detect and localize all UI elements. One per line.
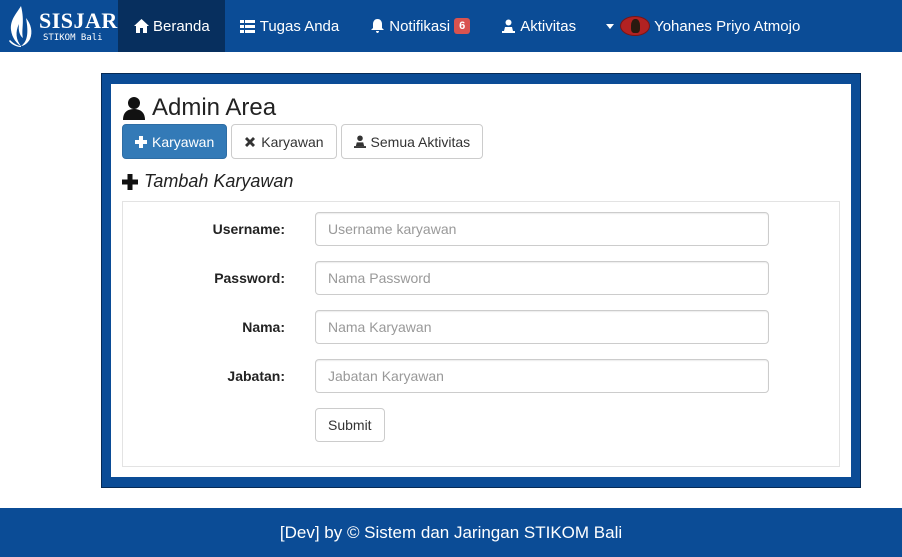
user-menu-dropdown[interactable]: Yohanes Priyo Atmojo	[591, 0, 815, 52]
section-title-text: Tambah Karyawan	[144, 171, 294, 191]
plus-icon	[122, 173, 138, 190]
nav-item-label: Beranda	[153, 17, 210, 35]
add-karyawan-label: Karyawan	[152, 133, 215, 150]
nav-item-label: Aktivitas	[520, 17, 577, 35]
brand-title: SISJAR	[39, 7, 118, 33]
add-karyawan-button[interactable]: Karyawan	[122, 124, 228, 159]
home-icon	[133, 18, 149, 34]
nama-input[interactable]	[315, 310, 769, 344]
user-icon	[353, 135, 366, 148]
user-silhouette-icon	[123, 97, 145, 120]
username-label: Username:	[212, 221, 285, 237]
page-title-text: Admin Area	[152, 94, 277, 121]
brand-subtitle: STIKOM Bali	[43, 32, 103, 43]
nav-item-aktivitas[interactable]: Aktivitas	[485, 0, 591, 52]
password-input[interactable]	[315, 261, 769, 295]
add-employee-form: Username: Password: Nama: Jabatan: Submi…	[122, 201, 840, 467]
avatar	[620, 16, 651, 36]
nav-item-notifikasi[interactable]: Notifikasi 6	[354, 0, 485, 52]
nav-item-label: Tugas Anda	[259, 17, 340, 35]
brand-logo[interactable]: SISJAR STIKOM Bali	[0, 0, 118, 52]
user-icon	[500, 18, 516, 34]
notification-count-badge: 6	[454, 18, 471, 34]
remove-karyawan-label: Karyawan	[261, 133, 324, 150]
admin-panel-frame: Admin Area Karyawan Karyawan Semua Aktiv…	[101, 73, 861, 488]
form-row-password: Password:	[123, 261, 839, 295]
top-navbar: SISJAR STIKOM Bali Beranda Tugas Anda No…	[0, 0, 902, 52]
jabatan-input[interactable]	[315, 359, 769, 393]
username-input[interactable]	[315, 212, 769, 246]
submit-button[interactable]: Submit	[315, 408, 385, 442]
nav-item-label: Notifikasi	[389, 17, 451, 35]
user-name: Yohanes Priyo Atmojo	[654, 17, 801, 35]
bell-icon	[369, 18, 385, 34]
close-icon	[244, 136, 256, 148]
form-row-username: Username:	[123, 212, 839, 246]
remove-karyawan-button[interactable]: Karyawan	[231, 124, 337, 159]
admin-panel: Admin Area Karyawan Karyawan Semua Aktiv…	[111, 84, 851, 477]
page-title: Admin Area	[122, 84, 840, 122]
nama-label: Nama:	[242, 319, 285, 335]
action-button-group: Karyawan Karyawan Semua Aktivitas	[122, 124, 840, 159]
password-label: Password:	[214, 270, 285, 286]
nav-item-beranda[interactable]: Beranda	[118, 0, 225, 52]
caret-down-icon	[606, 23, 615, 29]
plus-icon	[135, 135, 147, 148]
footer-text: [Dev] by © Sistem dan Jaringan STIKOM Ba…	[279, 522, 623, 542]
form-row-jabatan: Jabatan:	[123, 359, 839, 393]
jabatan-label: Jabatan:	[227, 368, 285, 384]
list-icon	[240, 18, 256, 34]
footer: [Dev] by © Sistem dan Jaringan STIKOM Ba…	[0, 508, 902, 557]
form-row-nama: Nama:	[123, 310, 839, 344]
nav-item-tugas-anda[interactable]: Tugas Anda	[225, 0, 355, 52]
all-activities-label: Semua Aktivitas	[370, 133, 471, 150]
all-activities-button[interactable]: Semua Aktivitas	[340, 124, 484, 159]
section-title: Tambah Karyawan	[122, 171, 840, 192]
flame-logo-icon	[9, 6, 32, 47]
